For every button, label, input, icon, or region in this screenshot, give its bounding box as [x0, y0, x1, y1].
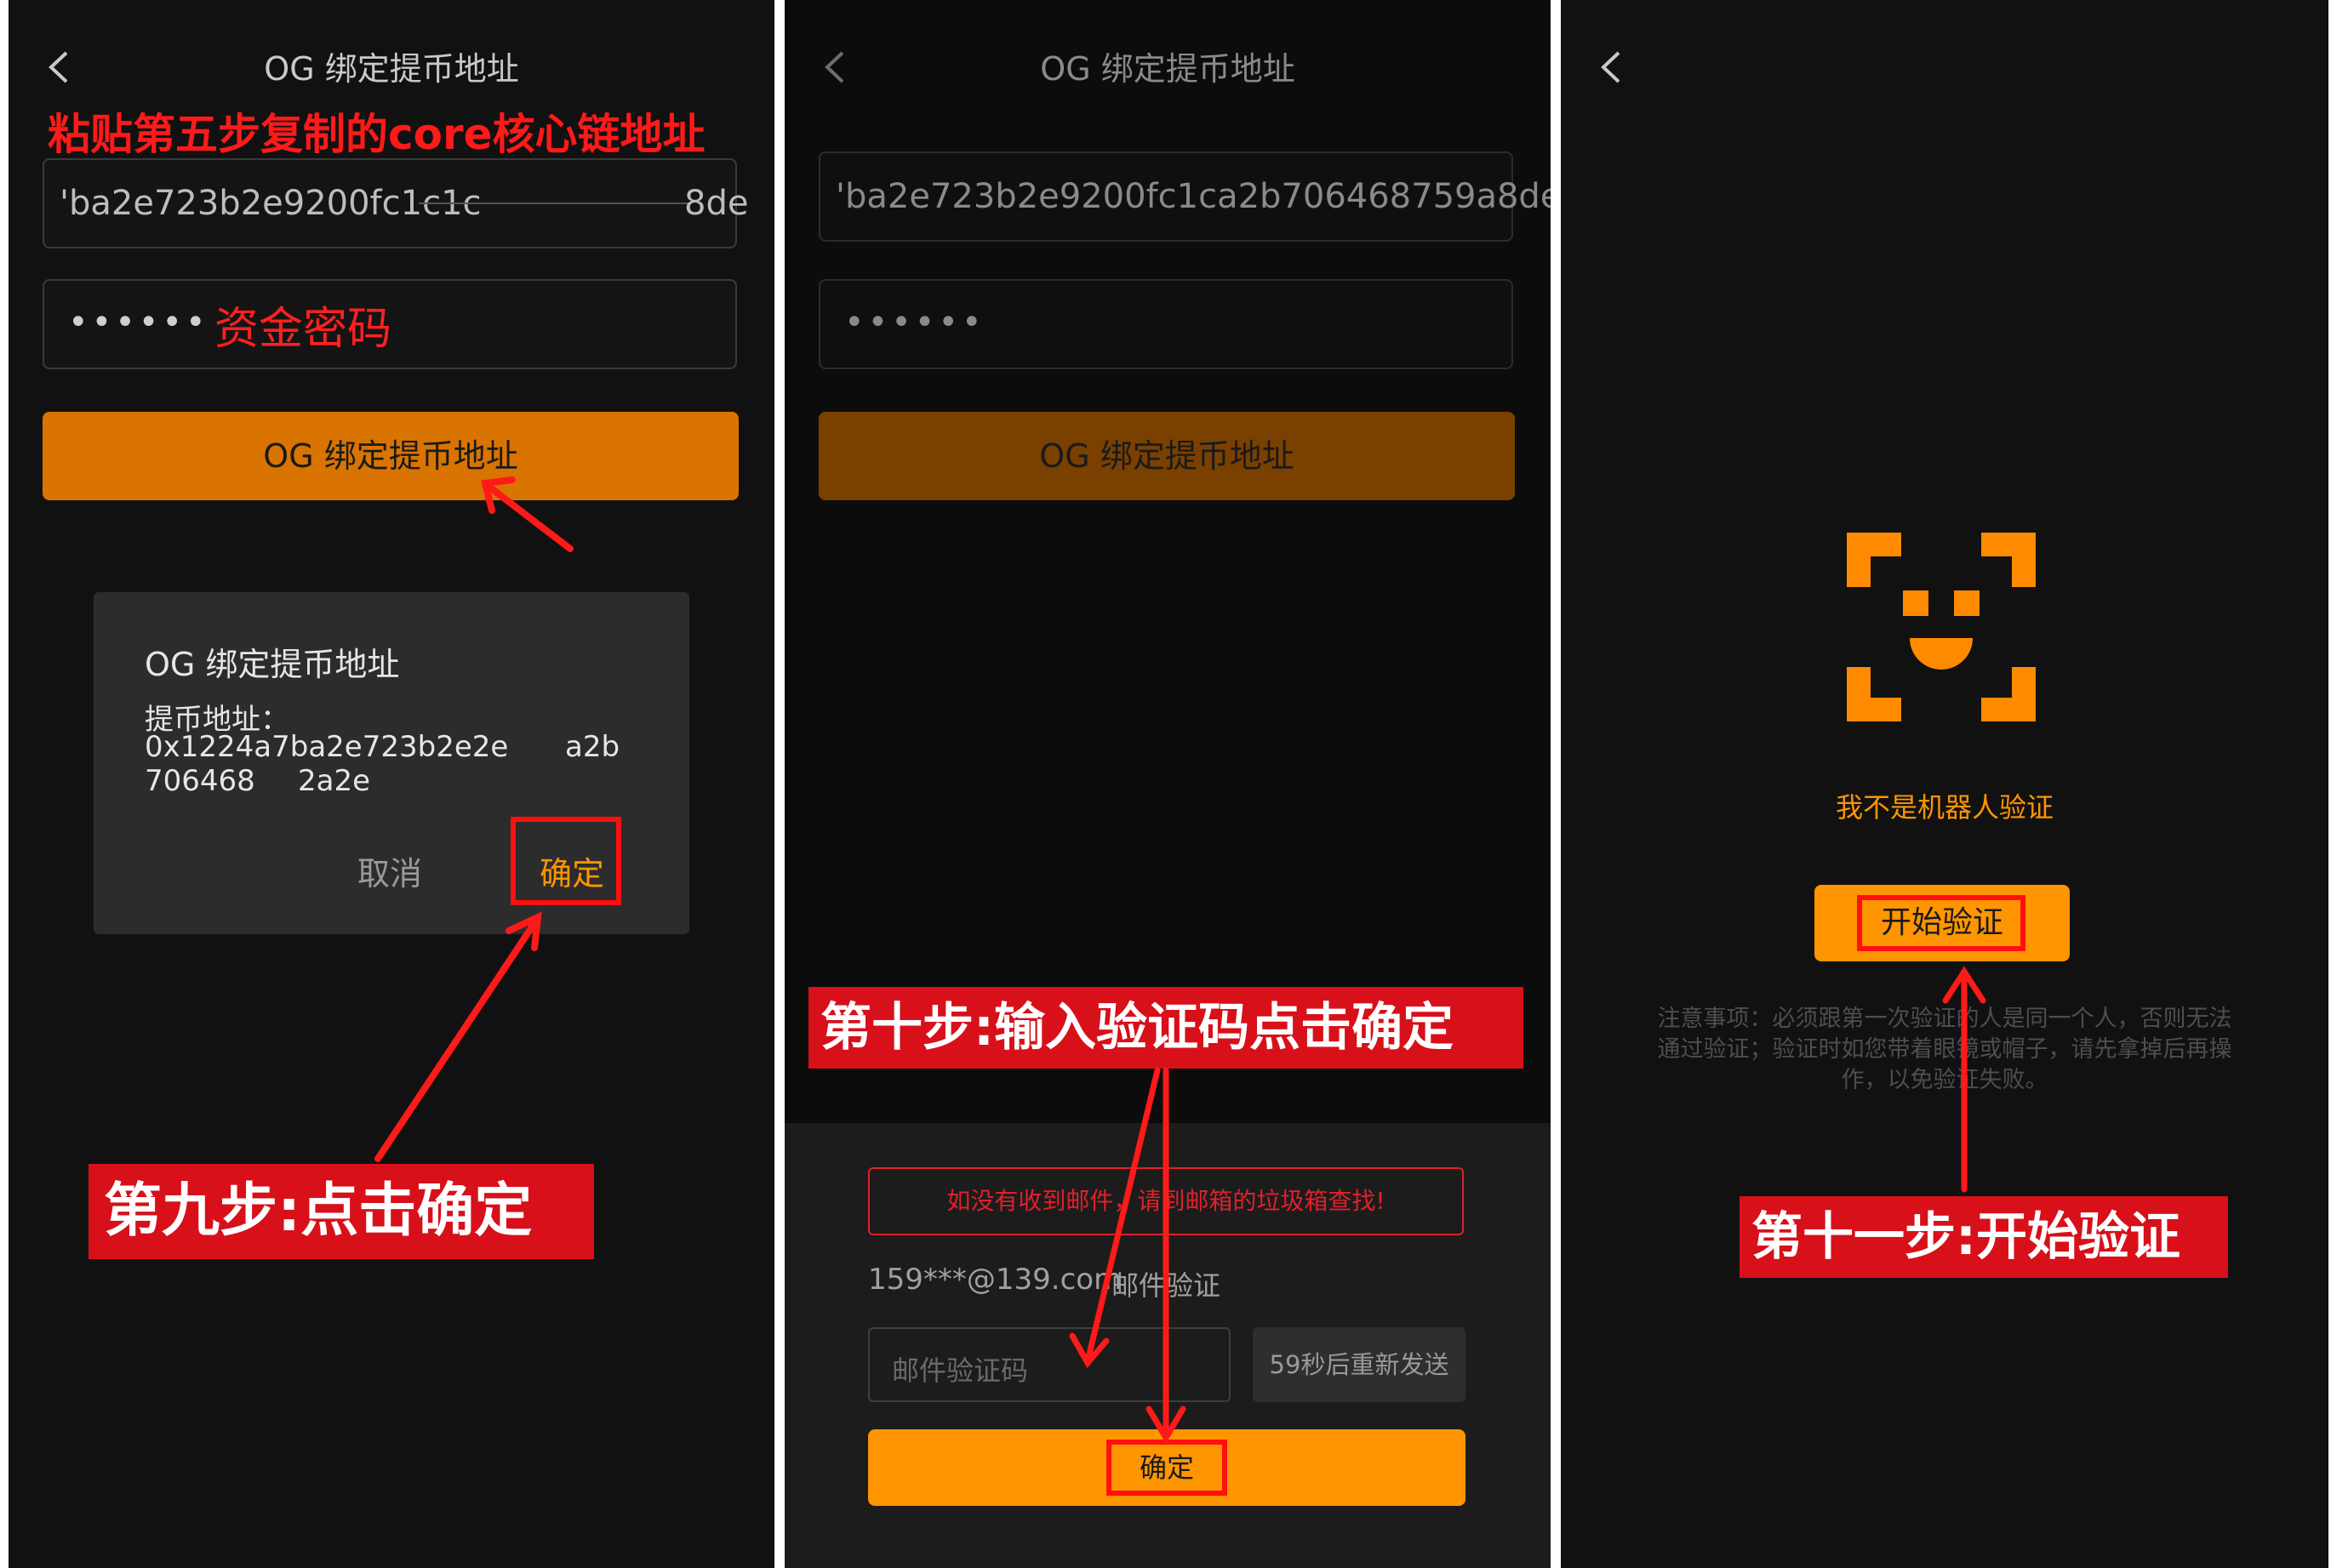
annotation-fund-password: 资金密码	[214, 304, 392, 355]
fund-password-input[interactable]: •••••• 资金密码	[43, 279, 737, 369]
bind-address-button[interactable]: OG 绑定提币地址	[43, 412, 739, 500]
dialog-cancel-button[interactable]: 取消	[357, 847, 422, 894]
address-input[interactable]: 'ba2e723b2e9200fc1ca2b706468759a8de	[819, 151, 1551, 242]
screen-step-9: OG 绑定提币地址 粘贴第五步复制的core核心链地址 'ba2e723b2e9…	[9, 0, 774, 1568]
fund-password-input[interactable]: ••••••	[819, 279, 1513, 369]
screen-step-10: OG 绑定提币地址 'ba2e723b2e9200fc1ca2b70646875…	[785, 0, 1551, 1568]
email-verify-sheet: 如没有收到邮件，请到邮箱的垃圾箱查找! 159***@139.com 邮件验证 …	[785, 1123, 1551, 1568]
dialog-address-line1: 0x1224a7ba2e723b2e2e	[145, 730, 509, 764]
annotation-paste-address: 粘贴第五步复制的core核心链地址	[48, 110, 706, 159]
back-chevron-icon[interactable]	[1595, 49, 1631, 85]
screen-step-11: 我不是机器人验证 开始验证 注意事项：必须跟第一次验证的人是同一个人，否则无法 …	[1561, 0, 2328, 1568]
email-code-input[interactable]: 邮件验证码	[868, 1327, 1231, 1402]
dialog-address-line1-tail: a2b	[565, 730, 620, 764]
email-verify-label: 邮件验证	[1111, 1269, 1221, 1302]
dialog-address-line2-tail: 2a2e	[298, 764, 371, 798]
email-address: 159***@139.com	[868, 1263, 1123, 1297]
callout-step-10: 第十步:输入验证码点击确定	[808, 987, 1523, 1069]
robot-verify-label: 我不是机器人验证	[1835, 791, 2054, 824]
redaction-line	[419, 202, 691, 204]
dialog-title: OG 绑定提币地址	[145, 646, 400, 683]
verify-notice: 注意事项：必须跟第一次验证的人是同一个人，否则无法 通过验证；验证时如您带着眼镜…	[1657, 1006, 2232, 1093]
red-arrow	[1942, 966, 1986, 1193]
highlight-start-box	[1857, 895, 2025, 951]
page-title: OG 绑定提币地址	[1040, 50, 1295, 88]
page-title: OG 绑定提币地址	[264, 50, 519, 88]
resend-code-button[interactable]: 59秒后重新发送	[1253, 1327, 1465, 1402]
callout-step-11: 第十一步:开始验证	[1740, 1196, 2228, 1278]
highlight-confirm-box	[511, 817, 621, 905]
spam-notice: 如没有收到邮件，请到邮箱的垃圾箱查找!	[868, 1167, 1464, 1235]
callout-step-9: 第九步:点击确定	[89, 1164, 594, 1259]
face-scan-icon	[1847, 533, 2036, 721]
address-input[interactable]: 'ba2e723b2e9200fc1c1c 8de	[43, 158, 748, 248]
bind-address-button[interactable]: OG 绑定提币地址	[819, 412, 1515, 500]
dialog-address-line2: 706468	[145, 764, 255, 798]
highlight-confirm-box	[1106, 1440, 1227, 1496]
